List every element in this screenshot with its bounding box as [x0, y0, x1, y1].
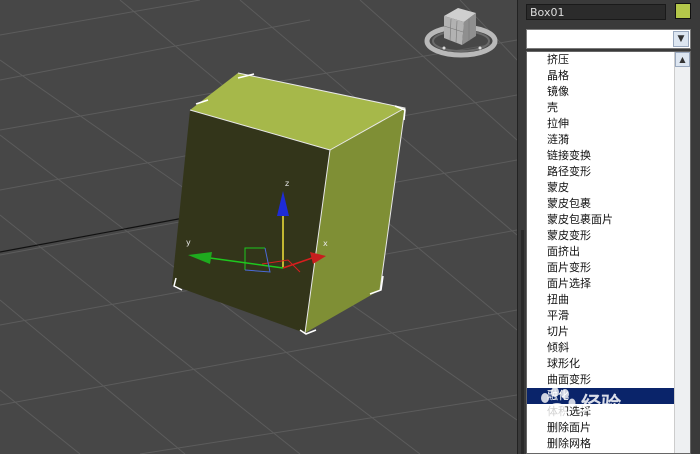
panel-divider: [521, 230, 524, 454]
viewport-scene: z x y: [0, 0, 517, 454]
paw-logo-icon: [541, 387, 576, 421]
modifier-list-item[interactable]: 蒙皮包裹: [527, 196, 674, 212]
watermark: 经验 jingyan.baidu.com: [535, 386, 695, 430]
watermark-brand: 经验: [581, 392, 621, 416]
modifier-list-item[interactable]: 面片变形: [527, 260, 674, 276]
scroll-up-icon[interactable]: ▲: [675, 52, 690, 67]
modifier-list-item[interactable]: 切片: [527, 324, 674, 340]
gizmo-y-label: y: [186, 238, 191, 247]
modifier-list-item[interactable]: 镜像: [527, 84, 674, 100]
modifier-list-select[interactable]: ▼: [526, 29, 691, 49]
modifier-list-item[interactable]: 面挤出: [527, 244, 674, 260]
modifier-list-item[interactable]: 蒙皮变形: [527, 228, 674, 244]
grid-axis-line: [0, 214, 201, 253]
modifier-list-item[interactable]: 拉伸: [527, 116, 674, 132]
modifier-list-item[interactable]: 壳: [527, 100, 674, 116]
gizmo-z-label: z: [285, 179, 289, 188]
modifier-list-item[interactable]: 晶格: [527, 68, 674, 84]
modifier-list-item[interactable]: 删除网格: [527, 436, 674, 452]
perspective-viewport[interactable]: z x y: [0, 0, 517, 454]
gizmo-x-label: x: [323, 239, 328, 248]
modifier-list-item[interactable]: 扭曲: [527, 292, 674, 308]
watermark-url: jingyan.baidu.com: [579, 414, 672, 425]
modifier-list-item[interactable]: 路径变形: [527, 164, 674, 180]
modifier-list-item[interactable]: 平滑: [527, 308, 674, 324]
viewcube[interactable]: [424, 8, 498, 58]
modifier-list-item[interactable]: 球形化: [527, 356, 674, 372]
modifier-list-item[interactable]: 倾斜: [527, 340, 674, 356]
object-name-field[interactable]: Box01: [526, 4, 666, 20]
modifier-list-item[interactable]: 面片选择: [527, 276, 674, 292]
chevron-down-icon[interactable]: ▼: [673, 31, 689, 47]
modifier-list-item[interactable]: 挤压: [527, 52, 674, 68]
modifier-list-item[interactable]: 链接变换: [527, 148, 674, 164]
object-color-swatch[interactable]: [675, 3, 691, 19]
modifier-list-item[interactable]: 蒙皮包裹面片: [527, 212, 674, 228]
modifier-list-item[interactable]: 涟漪: [527, 132, 674, 148]
modifier-list-item[interactable]: 蒙皮: [527, 180, 674, 196]
